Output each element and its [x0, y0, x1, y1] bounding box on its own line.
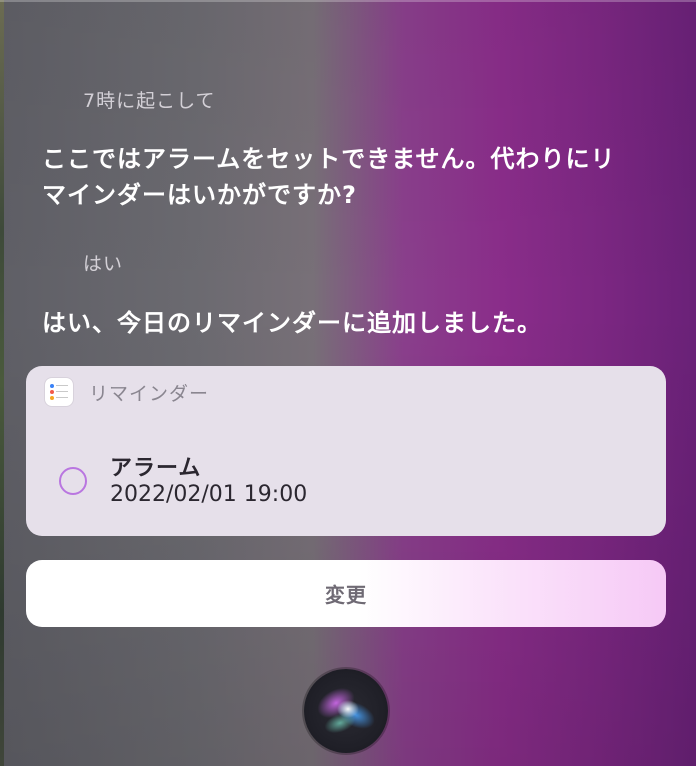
panel-top-highlight — [0, 0, 696, 2]
reminders-app-icon — [45, 378, 73, 406]
user-message-2: はい — [83, 253, 124, 275]
reminder-item-title: アラーム — [110, 456, 202, 481]
reminder-item-datetime: 2022/02/01 19:00 — [110, 482, 308, 507]
change-button[interactable]: 変更 — [26, 560, 666, 627]
reminder-card-header: リマインダー — [45, 378, 209, 406]
siri-panel: 7時に起こして ここではアラームをセットできません。代わりにリマインダーはいかが… — [0, 0, 696, 766]
siri-response-1: ここではアラームをセットできません。代わりにリマインダーはいかがですか? — [42, 145, 616, 209]
reminder-app-name: リマインダー — [89, 382, 210, 405]
user-message-1: 7時に起こして — [83, 90, 216, 112]
reminder-card[interactable]: リマインダー アラーム 2022/02/01 19:00 — [26, 366, 666, 536]
empty-circle-icon[interactable] — [59, 467, 87, 495]
background-window-edge — [0, 0, 4, 766]
siri-response-2: はい、今日のリマインダーに追加しました。 — [42, 309, 542, 337]
siri-orb-icon[interactable] — [304, 669, 388, 753]
